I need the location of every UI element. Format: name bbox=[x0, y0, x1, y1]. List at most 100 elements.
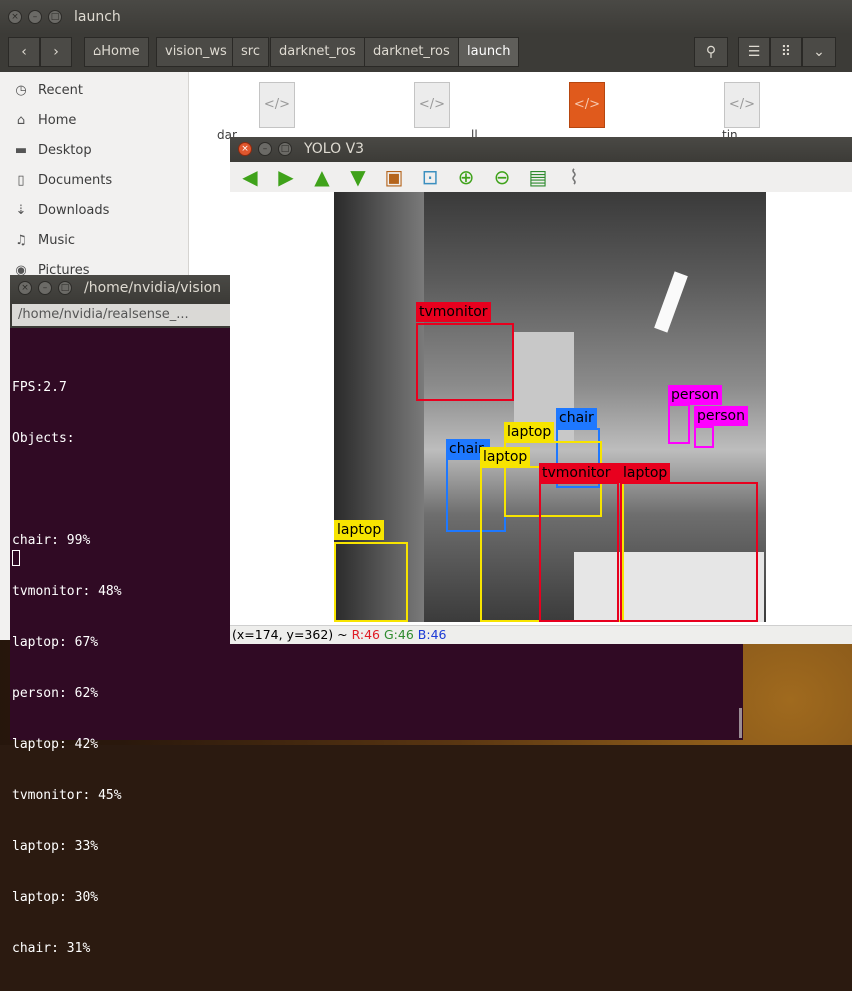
terminal-scrollbar[interactable] bbox=[739, 708, 742, 738]
music-icon: ♫ bbox=[15, 233, 27, 248]
grid-view-button[interactable]: ⠿ bbox=[770, 37, 802, 67]
forward-button[interactable]: › bbox=[40, 37, 72, 67]
close-button[interactable]: × bbox=[238, 142, 252, 156]
minimize-button[interactable]: – bbox=[258, 142, 272, 156]
sidebar-item-recent[interactable]: ◷ Recent bbox=[12, 78, 83, 104]
document-icon: ▯ bbox=[17, 173, 25, 188]
sidebar-item-label: Desktop bbox=[38, 143, 92, 158]
sidebar-item-downloads[interactable]: ⇣ Downloads bbox=[12, 198, 110, 224]
home-icon: ⌂ bbox=[16, 113, 26, 128]
detection-box bbox=[539, 482, 619, 622]
chevron-right-icon: › bbox=[53, 44, 59, 60]
camera-image: tvmonitor person person chair chair lapt… bbox=[334, 192, 766, 622]
save-icon[interactable]: ▤ bbox=[526, 165, 550, 189]
grid-icon: ⠿ bbox=[780, 44, 792, 60]
breadcrumb-darknet-ros[interactable]: darknet_ros bbox=[270, 37, 365, 67]
view-options-button[interactable]: ⌄ bbox=[802, 37, 836, 67]
yolo-window: × – □ YOLO V3 ◀ ▶ ▲ ▼ ▣ ⊡ ⊕ ⊖ ▤ ⌇ tvmoni… bbox=[230, 137, 852, 644]
terminal-line: laptop: 30% bbox=[12, 890, 99, 905]
yolo-toolbar: ◀ ▶ ▲ ▼ ▣ ⊡ ⊕ ⊖ ▤ ⌇ bbox=[230, 162, 852, 192]
sidebar-item-label: Music bbox=[38, 233, 75, 248]
broom-icon[interactable]: ⌇ bbox=[562, 165, 586, 189]
terminal-line: chair: 31% bbox=[12, 941, 91, 956]
zoom-out-icon[interactable]: ⊖ bbox=[490, 165, 514, 189]
file-icon[interactable]: </> bbox=[259, 82, 295, 128]
file-icon[interactable]: </> bbox=[414, 82, 450, 128]
search-icon: ⚲ bbox=[705, 44, 717, 60]
chevron-left-icon: ‹ bbox=[21, 44, 27, 60]
detection-label: tvmonitor bbox=[416, 302, 491, 322]
detection-label: laptop bbox=[620, 463, 671, 483]
sidebar-item-label: Downloads bbox=[38, 203, 110, 218]
scene-light bbox=[654, 271, 688, 333]
breadcrumb-vision-ws[interactable]: vision_ws bbox=[156, 37, 236, 67]
breadcrumb-src[interactable]: src bbox=[232, 37, 269, 67]
pixel-r-value: R:46 bbox=[351, 627, 381, 642]
clock-icon: ◷ bbox=[15, 83, 27, 98]
yolo-title: YOLO V3 bbox=[304, 141, 365, 157]
sidebar-item-label: Documents bbox=[38, 173, 113, 188]
detection-label: laptop bbox=[504, 422, 555, 442]
terminal-line: laptop: 67% bbox=[12, 635, 99, 650]
search-button[interactable]: ⚲ bbox=[694, 37, 728, 67]
maximize-button[interactable]: □ bbox=[278, 142, 292, 156]
maximize-button[interactable]: □ bbox=[58, 281, 72, 295]
detection-label: laptop bbox=[480, 447, 531, 467]
arrow-up-icon[interactable]: ▲ bbox=[310, 165, 334, 189]
terminal-line: tvmonitor: 45% bbox=[12, 788, 122, 803]
breadcrumb-darknet-ros-2[interactable]: darknet_ros bbox=[364, 37, 459, 67]
sidebar-item-music[interactable]: ♫ Music bbox=[12, 228, 75, 254]
image-canvas[interactable]: tvmonitor person person chair chair lapt… bbox=[230, 192, 852, 625]
detection-box bbox=[668, 404, 690, 444]
terminal-tab[interactable]: /home/nvidia/realsense_... bbox=[12, 304, 233, 326]
sidebar-item-label: Home bbox=[38, 113, 77, 128]
download-icon: ⇣ bbox=[15, 203, 27, 218]
yolo-status-bar: (x=174, y=362) ~ R:46 G:46 B:46 bbox=[230, 625, 852, 644]
list-view-button[interactable]: ☰ bbox=[738, 37, 770, 67]
terminal-output: FPS:2.7 Objects: chair: 99% tvmonitor: 4… bbox=[12, 345, 122, 991]
terminal-titlebar: × – □ /home/nvidia/vision bbox=[10, 275, 233, 302]
breadcrumb-label: Home bbox=[101, 44, 140, 59]
terminal-tab-label: /home/nvidia/realsense_... bbox=[18, 307, 189, 322]
maximize-button[interactable]: □ bbox=[48, 10, 62, 24]
file-icon-selected[interactable]: </> bbox=[569, 82, 605, 128]
yolo-titlebar: × – □ YOLO V3 bbox=[230, 137, 852, 162]
zoom-fit-icon[interactable]: ⊡ bbox=[418, 165, 442, 189]
detection-label: person bbox=[668, 385, 722, 405]
detection-label: tvmonitor bbox=[539, 463, 621, 483]
terminal-window: × – □ /home/nvidia/vision /home/nvidia/r… bbox=[10, 275, 233, 956]
zoom-in-icon[interactable]: ⊕ bbox=[454, 165, 478, 189]
image-icon[interactable]: ▣ bbox=[382, 165, 406, 189]
folder-icon: ▬ bbox=[14, 143, 28, 158]
chevron-down-icon: ⌄ bbox=[813, 44, 825, 60]
pixel-g-value: G:46 bbox=[384, 627, 414, 642]
terminal-line: laptop: 33% bbox=[12, 839, 99, 854]
arrow-down-icon[interactable]: ▼ bbox=[346, 165, 370, 189]
terminal-line: Objects: bbox=[12, 431, 75, 446]
sidebar-item-label: Recent bbox=[38, 83, 83, 98]
back-button[interactable]: ‹ bbox=[8, 37, 40, 67]
arrow-right-icon[interactable]: ▶ bbox=[274, 165, 298, 189]
file-manager-toolbar: ‹ › ⌂Home vision_ws src darknet_ros dark… bbox=[0, 34, 852, 72]
file-manager-titlebar: × – □ launch bbox=[0, 0, 852, 34]
close-button[interactable]: × bbox=[18, 281, 32, 295]
sidebar-item-desktop[interactable]: ▬ Desktop bbox=[12, 138, 92, 164]
file-icon[interactable]: </> bbox=[724, 82, 760, 128]
breadcrumb-home[interactable]: ⌂Home bbox=[84, 37, 149, 67]
detection-label: person bbox=[694, 406, 748, 426]
window-title: launch bbox=[74, 9, 121, 25]
arrow-left-icon[interactable]: ◀ bbox=[238, 165, 262, 189]
sidebar-item-documents[interactable]: ▯ Documents bbox=[12, 168, 112, 194]
breadcrumb-launch[interactable]: launch bbox=[458, 37, 520, 67]
detection-box bbox=[416, 323, 514, 401]
pixel-b-value: B:46 bbox=[417, 627, 447, 642]
terminal-tab-bar: /home/nvidia/realsense_... bbox=[10, 302, 233, 328]
terminal-title: /home/nvidia/vision bbox=[84, 280, 222, 296]
detection-box bbox=[620, 482, 758, 622]
sidebar-item-home[interactable]: ⌂ Home bbox=[12, 108, 77, 134]
minimize-button[interactable]: – bbox=[28, 10, 42, 24]
detection-box bbox=[694, 426, 714, 448]
detection-box bbox=[334, 542, 408, 622]
close-button[interactable]: × bbox=[8, 10, 22, 24]
minimize-button[interactable]: – bbox=[38, 281, 52, 295]
